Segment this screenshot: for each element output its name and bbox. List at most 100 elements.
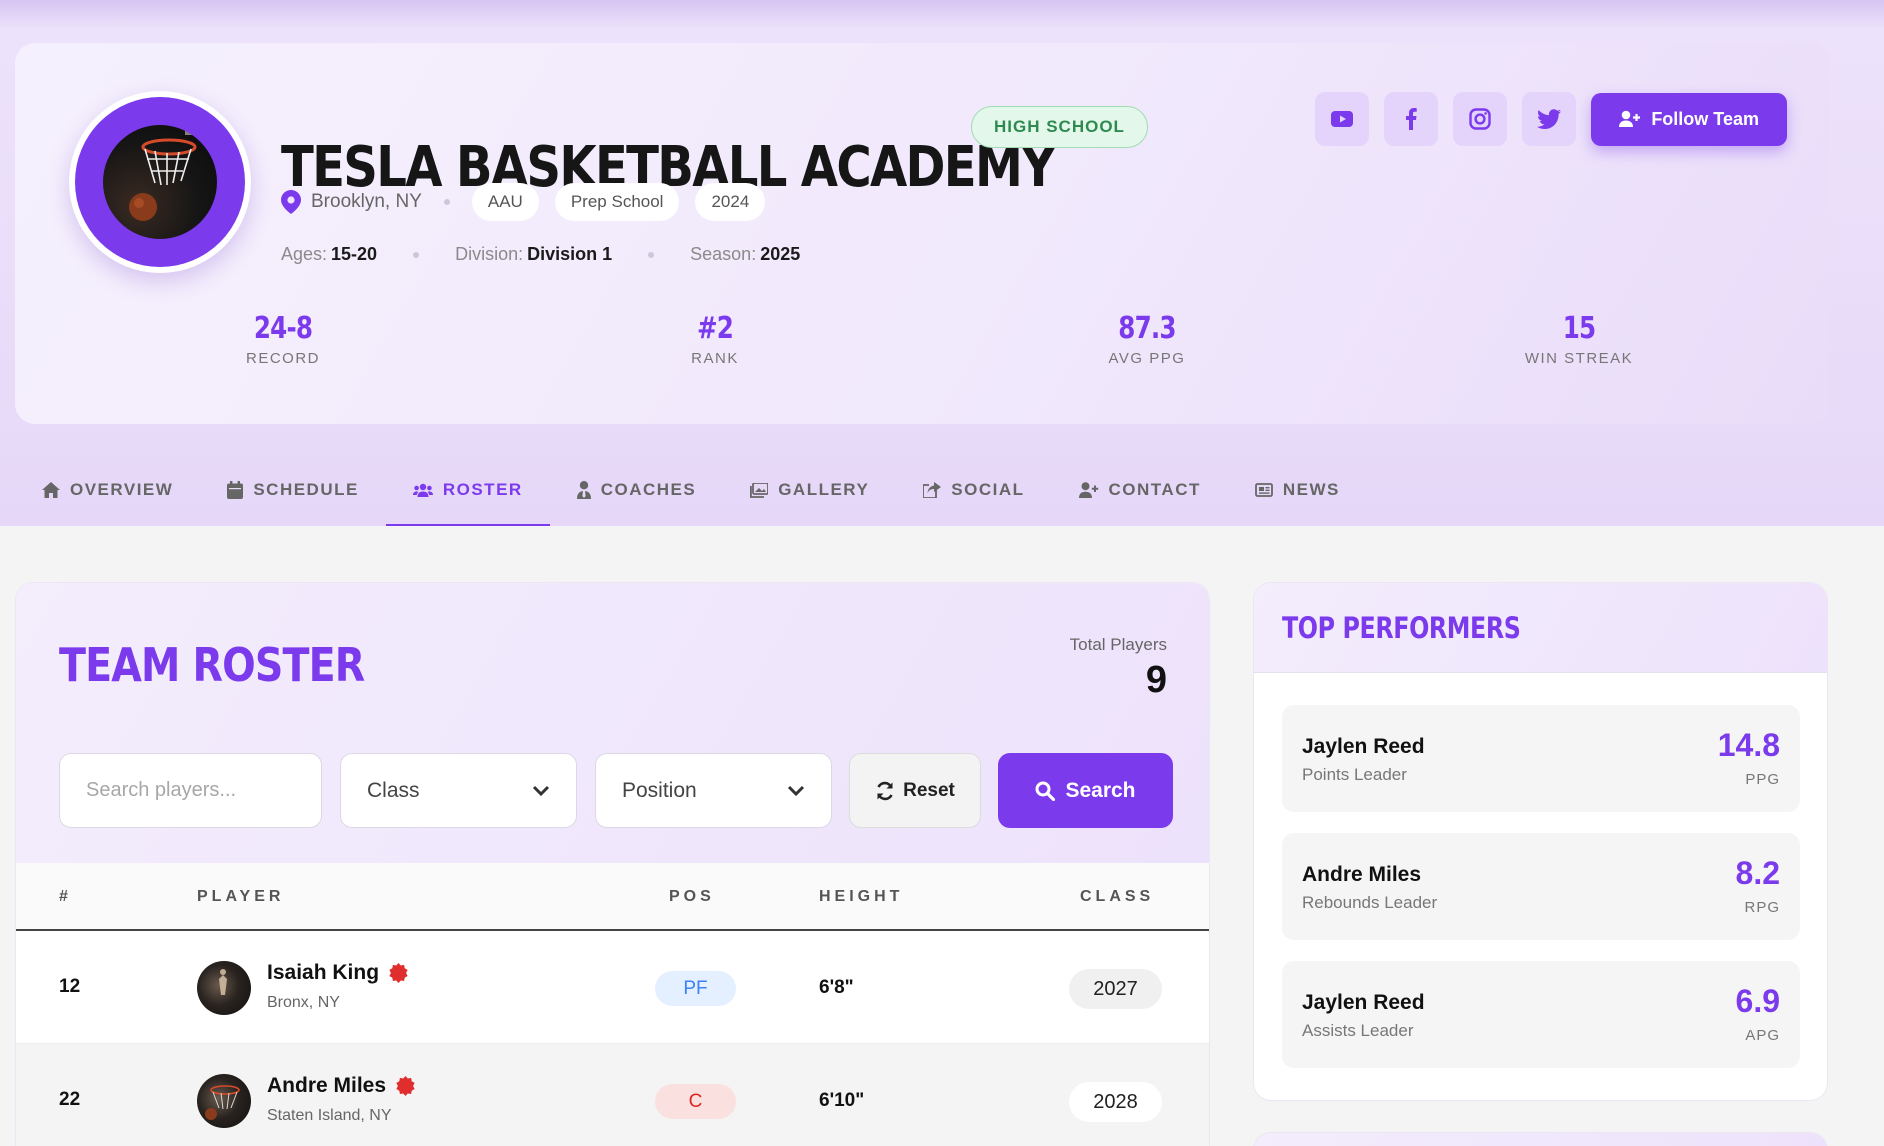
season-value: 2025: [760, 244, 801, 264]
roster-title: TEAM ROSTER: [59, 638, 365, 692]
reset-label: Reset: [903, 779, 955, 801]
user-plus-icon: [1619, 110, 1641, 127]
reset-button[interactable]: Reset: [849, 753, 981, 828]
tag-year: 2024: [695, 183, 766, 221]
stat-value: 87.3: [1118, 311, 1176, 346]
stat-value: 15: [1562, 311, 1596, 346]
performer-name: Jaylen Reed: [1302, 735, 1425, 758]
separator-dot: [413, 251, 420, 258]
position-badge: C: [655, 1084, 736, 1119]
stat-record: 24-8 RECORD: [173, 311, 393, 367]
division-value: Division 1: [527, 244, 613, 264]
position-select[interactable]: Position: [595, 753, 832, 828]
class-badge: 2027: [1069, 969, 1162, 1009]
search-button[interactable]: Search: [998, 753, 1173, 828]
tab-label: ROSTER: [442, 480, 523, 499]
follow-team-button[interactable]: Follow Team: [1591, 92, 1787, 146]
tab-roster[interactable]: ROSTER: [385, 462, 550, 526]
roster-filters: Search players... Class Position Reset S…: [59, 753, 1173, 828]
search-icon: [1035, 781, 1056, 801]
position-select-value: Position: [622, 778, 697, 802]
stat-label: WIN STREAK: [1524, 350, 1634, 367]
facebook-button[interactable]: [1384, 92, 1439, 146]
header-actions: Follow Team: [1300, 92, 1787, 146]
stat-rank: #2 RANK: [605, 311, 825, 367]
refresh-icon: [877, 781, 893, 800]
tab-news[interactable]: NEWS: [1228, 462, 1367, 518]
season-label: Season:: [690, 244, 757, 264]
table-row[interactable]: 22 Andre Miles Staten Island, NY C 6'10"…: [16, 1044, 1209, 1146]
newspaper-icon: [1254, 483, 1273, 497]
player-name-text: Isaiah King: [267, 961, 380, 984]
tab-gallery[interactable]: GALLERY: [723, 462, 896, 518]
tab-label: COACHES: [600, 480, 697, 499]
class-select[interactable]: Class: [340, 753, 577, 828]
twitter-button[interactable]: [1522, 92, 1577, 146]
team-tabs: OVERVIEW SCHEDULE ROSTER COACHES GALLERY…: [0, 462, 1367, 526]
team-info: Ages: 15-20 Division: Division 1 Season:…: [281, 244, 800, 265]
table-row[interactable]: 12 Isaiah King Bronx, NY PF 6'8" 2027: [16, 931, 1209, 1044]
stat-win-streak: 15 WIN STREAK: [1469, 311, 1689, 367]
performer-name: Andre Miles: [1302, 863, 1422, 886]
column-player: PLAYER: [197, 888, 285, 905]
top-performers-header: TOP PERFORMERS: [1254, 583, 1827, 673]
calendar-icon: [227, 481, 244, 499]
images-icon: [750, 482, 769, 498]
player-height: 6'8": [819, 977, 854, 998]
player-name-text: Andre Miles: [267, 1074, 387, 1097]
column-class: CLASS: [1080, 888, 1155, 905]
user-plus-icon: [1078, 482, 1098, 498]
tab-coaches[interactable]: COACHES: [550, 462, 724, 518]
separator-dot: [443, 199, 450, 205]
home-icon: [42, 482, 60, 498]
share-icon: [923, 482, 942, 498]
twitter-icon: [1537, 109, 1562, 129]
performer-card[interactable]: Jaylen Reed Assists Leader 6.9 APG: [1282, 961, 1800, 1068]
roster-table-header: # PLAYER POS HEIGHT CLASS: [16, 863, 1209, 931]
separator-dot: [648, 251, 655, 258]
tab-overview[interactable]: OVERVIEW: [0, 462, 200, 518]
youtube-button[interactable]: [1315, 92, 1370, 146]
player-name[interactable]: Isaiah King: [267, 961, 409, 985]
performer-value: 6.9: [1735, 983, 1780, 1019]
team-meta: Brooklyn, NY AAU Prep School 2024: [281, 181, 781, 223]
performer-value: 14.8: [1717, 727, 1780, 763]
stat-label: RECORD: [245, 350, 320, 367]
column-height: HEIGHT: [819, 888, 904, 905]
tab-contact[interactable]: CONTACT: [1052, 462, 1228, 518]
performer-card[interactable]: Andre Miles Rebounds Leader 8.2 RPG: [1282, 833, 1800, 940]
performer-card[interactable]: Jaylen Reed Points Leader 14.8 PPG: [1282, 705, 1800, 812]
stat-value: #2: [696, 311, 734, 346]
tab-label: SCHEDULE: [253, 480, 359, 499]
search-players-input[interactable]: Search players...: [59, 753, 322, 828]
follow-team-label: Follow Team: [1651, 108, 1759, 129]
performer-unit: PPG: [1745, 771, 1780, 788]
team-header-card: TESLA BASKETBALL ACADEMY HIGH SCHOOL Bro…: [15, 43, 1830, 424]
player-name[interactable]: Andre Miles: [267, 1074, 416, 1098]
verified-badge-icon: [396, 1076, 415, 1096]
performer-name: Jaylen Reed: [1302, 991, 1425, 1014]
player-number: 22: [59, 1089, 81, 1110]
total-players-label: Total Players: [1069, 635, 1167, 654]
next-panel-edge: [1253, 1132, 1828, 1146]
total-players-count: 9: [1145, 659, 1167, 701]
stat-value: 24-8: [253, 311, 313, 346]
stat-avg-ppg: 87.3 AVG PPG: [1037, 311, 1257, 367]
verified-badge-icon: [389, 963, 408, 983]
team-location: Brooklyn, NY: [311, 191, 422, 212]
tab-schedule[interactable]: SCHEDULE: [200, 462, 386, 518]
search-label: Search: [1065, 778, 1136, 802]
ages-label: Ages:: [281, 244, 328, 264]
user-tie-icon: [576, 481, 591, 499]
facebook-icon: [1406, 108, 1418, 130]
stat-label: AVG PPG: [1108, 350, 1186, 367]
tab-label: CONTACT: [1108, 480, 1201, 499]
top-performers-title: TOP PERFORMERS: [1282, 611, 1521, 645]
team-logo: [69, 91, 251, 273]
instagram-button[interactable]: [1453, 92, 1508, 146]
chevron-down-icon: [532, 785, 550, 796]
tab-social[interactable]: SOCIAL: [896, 462, 1051, 518]
player-hometown: Staten Island, NY: [267, 1107, 392, 1124]
tag-aau: AAU: [471, 183, 539, 221]
performer-unit: APG: [1745, 1027, 1780, 1044]
